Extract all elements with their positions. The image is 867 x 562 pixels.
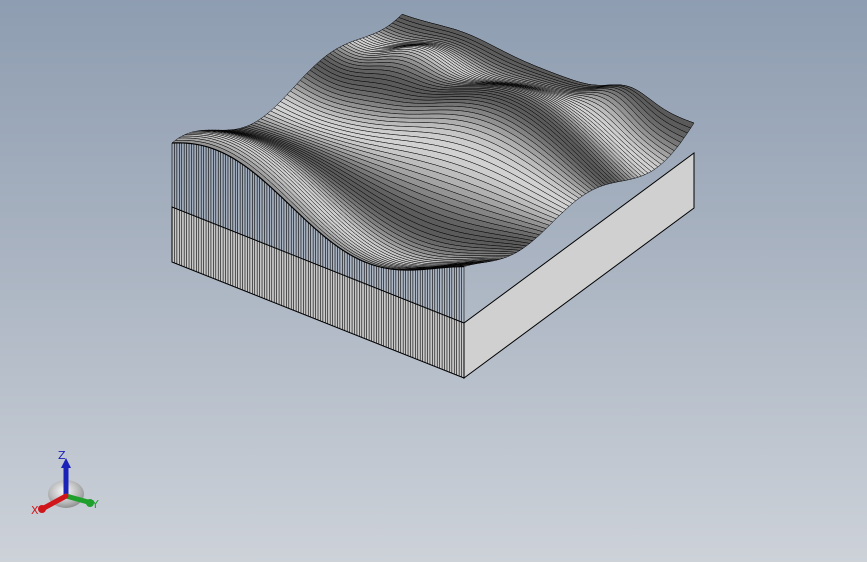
- x-axis-label: X: [31, 504, 39, 517]
- axis-triad: Z Y X: [31, 449, 99, 517]
- y-axis-label: Y: [91, 498, 99, 511]
- wavy-surface-model[interactable]: [0, 0, 867, 562]
- z-axis-label: Z: [58, 449, 66, 462]
- model-geometry: [171, 13, 695, 379]
- graphics-viewport[interactable]: Z Y X: [0, 0, 867, 562]
- x-axis-end-icon: [38, 505, 46, 513]
